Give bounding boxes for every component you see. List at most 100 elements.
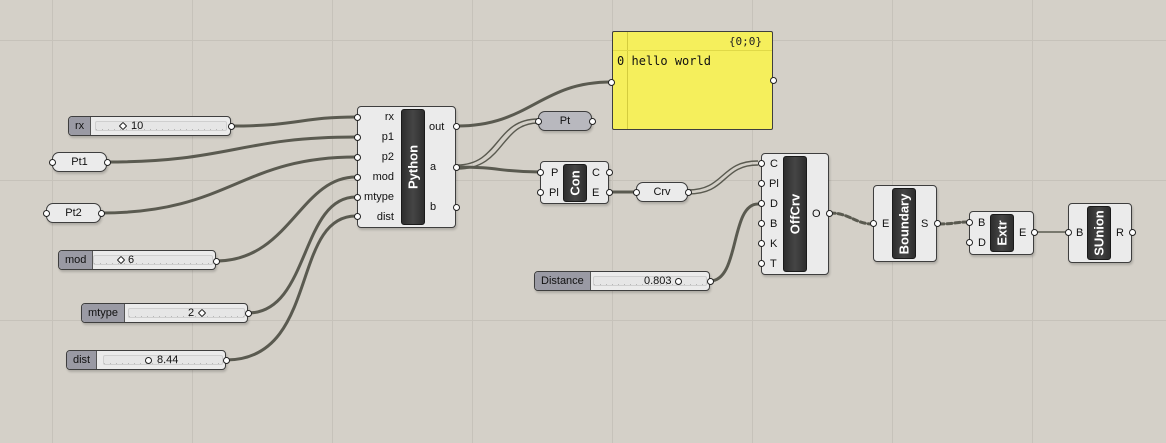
- offcrv-input-grip-icon[interactable]: [758, 200, 765, 207]
- python-input-grip-icon[interactable]: [354, 194, 361, 201]
- offcrv-input-grip-icon[interactable]: [758, 180, 765, 187]
- slider-track[interactable]: [128, 308, 245, 318]
- offcrv-input-grip-icon[interactable]: [758, 160, 765, 167]
- component-core[interactable]: Extr: [990, 214, 1014, 252]
- python-input-grip-icon[interactable]: [354, 154, 361, 161]
- python-input-grip-icon[interactable]: [354, 134, 361, 141]
- input-e[interactable]: E: [882, 218, 889, 230]
- extr-output-grip-icon[interactable]: [1031, 229, 1038, 236]
- sunion-component[interactable]: B SUnion R: [1068, 203, 1132, 263]
- python-component[interactable]: rx p1 p2 mod mtype dist Python out a b: [357, 106, 456, 228]
- component-core[interactable]: Python: [401, 109, 425, 225]
- input-p[interactable]: P: [551, 167, 558, 179]
- offcrv-component[interactable]: C Pl D B K T OffCrv O: [761, 153, 829, 275]
- output-o[interactable]: O: [812, 208, 821, 220]
- pt-param[interactable]: Pt: [538, 111, 592, 131]
- rx-output-grip-icon[interactable]: [228, 123, 235, 130]
- input-mod[interactable]: mod: [373, 171, 394, 183]
- mtype-output-grip-icon[interactable]: [245, 310, 252, 317]
- python-input-grip-icon[interactable]: [354, 114, 361, 121]
- mtype-slider[interactable]: mtype 2: [81, 303, 248, 323]
- offcrv-input-grip-icon[interactable]: [758, 240, 765, 247]
- dist-output-grip-icon[interactable]: [223, 357, 230, 364]
- slider-track[interactable]: [95, 121, 227, 131]
- con-output-grip-icon[interactable]: [606, 189, 613, 196]
- offcrv-output-grip-icon[interactable]: [826, 210, 833, 217]
- con-input-grip-icon[interactable]: [537, 189, 544, 196]
- component-title: Con: [567, 170, 583, 196]
- pt-input-grip-icon[interactable]: [535, 118, 542, 125]
- sunion-output-grip-icon[interactable]: [1129, 229, 1136, 236]
- con-input-grip-icon[interactable]: [537, 169, 544, 176]
- extr-input-grip-icon[interactable]: [966, 219, 973, 226]
- panel-output-grip-icon[interactable]: [770, 77, 777, 84]
- input-d[interactable]: D: [770, 198, 778, 210]
- pt2-param[interactable]: Pt2: [46, 203, 101, 223]
- component-core[interactable]: Con: [563, 164, 587, 202]
- text-panel[interactable]: {0;0} 0 hello world: [612, 31, 773, 130]
- input-dist[interactable]: dist: [377, 211, 394, 223]
- con-component[interactable]: P Pl Con C E: [540, 161, 609, 204]
- input-k[interactable]: K: [770, 238, 777, 250]
- slider-track[interactable]: [93, 255, 213, 265]
- output-r[interactable]: R: [1116, 227, 1124, 239]
- slider-handle-icon[interactable]: [675, 278, 682, 285]
- distance-output-grip-icon[interactable]: [707, 278, 714, 285]
- boundary-input-grip-icon[interactable]: [870, 220, 877, 227]
- input-p1[interactable]: p1: [382, 131, 394, 143]
- python-output-grip-icon[interactable]: [453, 204, 460, 211]
- pt-output-grip-icon[interactable]: [589, 118, 596, 125]
- input-t[interactable]: T: [770, 258, 777, 270]
- offcrv-input-grip-icon[interactable]: [758, 220, 765, 227]
- pt1-input-grip-icon[interactable]: [49, 159, 56, 166]
- boundary-component[interactable]: E Boundary S: [873, 185, 937, 262]
- python-input-grip-icon[interactable]: [354, 213, 361, 220]
- pt2-output-grip-icon[interactable]: [98, 210, 105, 217]
- distance-slider[interactable]: Distance 0.803: [534, 271, 710, 291]
- input-b[interactable]: B: [1076, 227, 1083, 239]
- input-b[interactable]: B: [770, 218, 777, 230]
- crv-param[interactable]: Crv: [636, 182, 688, 202]
- output-a[interactable]: a: [430, 161, 436, 173]
- pt1-output-grip-icon[interactable]: [104, 159, 111, 166]
- output-out[interactable]: out: [429, 121, 444, 133]
- output-s[interactable]: S: [921, 218, 928, 230]
- boundary-output-grip-icon[interactable]: [934, 220, 941, 227]
- python-output-grip-icon[interactable]: [453, 164, 460, 171]
- python-input-grip-icon[interactable]: [354, 174, 361, 181]
- panel-input-grip-icon[interactable]: [608, 79, 615, 86]
- mod-slider[interactable]: mod 6: [58, 250, 216, 270]
- component-core[interactable]: SUnion: [1087, 206, 1111, 260]
- input-pl[interactable]: Pl: [549, 187, 559, 199]
- crv-input-grip-icon[interactable]: [633, 189, 640, 196]
- pt2-input-grip-icon[interactable]: [43, 210, 50, 217]
- python-output-grip-icon[interactable]: [453, 123, 460, 130]
- output-b[interactable]: b: [430, 201, 436, 213]
- input-pl[interactable]: Pl: [769, 178, 779, 190]
- input-mtype[interactable]: mtype: [364, 191, 394, 203]
- input-d[interactable]: D: [978, 237, 986, 249]
- dist-slider[interactable]: dist 8.44: [66, 350, 226, 370]
- rx-slider[interactable]: rx 10: [68, 116, 231, 136]
- output-e[interactable]: E: [592, 187, 599, 199]
- slider-label: Distance: [535, 272, 591, 290]
- con-output-grip-icon[interactable]: [606, 169, 613, 176]
- extr-input-grip-icon[interactable]: [966, 239, 973, 246]
- mod-output-grip-icon[interactable]: [213, 258, 220, 265]
- output-e[interactable]: E: [1019, 227, 1026, 239]
- component-core[interactable]: Boundary: [892, 188, 916, 259]
- output-c[interactable]: C: [592, 167, 600, 179]
- extr-component[interactable]: B D Extr E: [969, 211, 1034, 255]
- input-b[interactable]: B: [978, 217, 985, 229]
- panel-row[interactable]: 0 hello world: [617, 54, 711, 68]
- input-rx[interactable]: rx: [385, 111, 394, 123]
- offcrv-input-grip-icon[interactable]: [758, 260, 765, 267]
- slider-handle-icon[interactable]: [145, 357, 152, 364]
- pt1-param[interactable]: Pt1: [52, 152, 107, 172]
- input-p2[interactable]: p2: [382, 151, 394, 163]
- input-c[interactable]: C: [770, 158, 778, 170]
- sunion-input-grip-icon[interactable]: [1065, 229, 1072, 236]
- component-core[interactable]: OffCrv: [783, 156, 807, 272]
- panel-row-text: hello world: [631, 54, 711, 68]
- crv-output-grip-icon[interactable]: [685, 189, 692, 196]
